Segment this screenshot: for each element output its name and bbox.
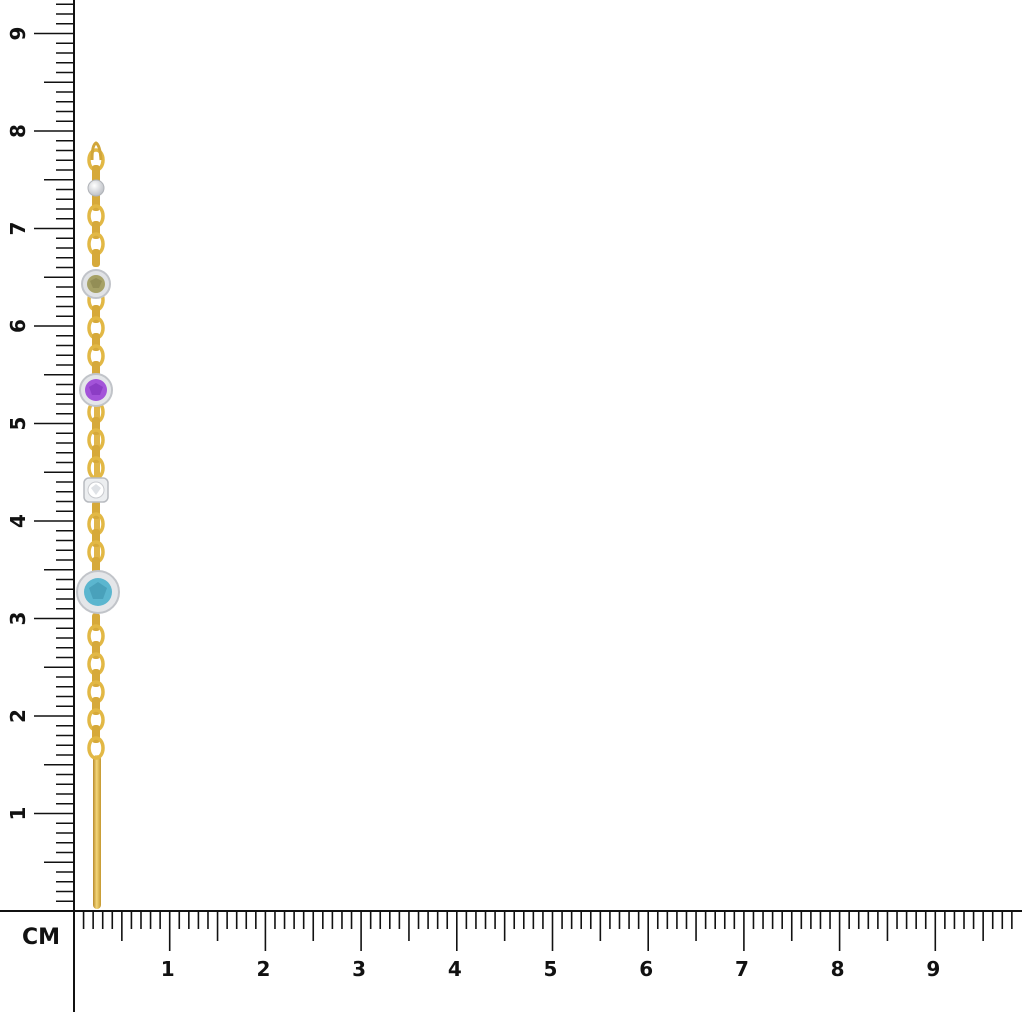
vertical-label: 8: [6, 124, 30, 138]
chain-link: [92, 249, 100, 267]
vertical-label: 9: [6, 27, 30, 41]
vertical-label: 4: [6, 514, 30, 528]
vertical-label: 5: [6, 417, 30, 431]
vertical-label: 3: [6, 612, 30, 626]
vertical-ruler-labels: 1 2 3 4 5 6 7 8 9: [6, 27, 30, 821]
earring-chain: [87, 148, 105, 760]
horizontal-label: 5: [544, 957, 558, 981]
horizontal-ruler-labels: 1 2 3 4 5 6 7 8 9: [161, 957, 941, 981]
horizontal-ruler-ticks: [82, 911, 1013, 951]
ruler-figure: 1 2 3 4 5 6 7 8 9 1 2 3 4 5 6 7 8 9: [0, 0, 1022, 1012]
vertical-label: 2: [6, 709, 30, 723]
vertical-ruler-ticks: [34, 3, 74, 903]
horizontal-label: 9: [926, 957, 940, 981]
vertical-label: 1: [6, 807, 30, 821]
horizontal-label: 3: [352, 957, 366, 981]
horizontal-label: 1: [161, 957, 175, 981]
horizontal-label: 8: [831, 957, 845, 981]
earring-bar: [93, 755, 101, 909]
pearl-bead-icon: [87, 179, 105, 197]
vertical-label: 6: [6, 319, 30, 333]
horizontal-label: 6: [639, 957, 653, 981]
horizontal-label: 4: [448, 957, 462, 981]
horizontal-label: 7: [735, 957, 749, 981]
unit-label: CM: [22, 925, 61, 950]
aquamarine-stone-icon: [76, 570, 120, 614]
amethyst-stone-icon: [79, 373, 113, 407]
earring-product: [76, 141, 120, 909]
vertical-label: 7: [6, 222, 30, 236]
horizontal-label: 2: [256, 957, 270, 981]
diamond-stone-icon: [83, 477, 109, 503]
peridot-stone-icon: [81, 269, 111, 299]
